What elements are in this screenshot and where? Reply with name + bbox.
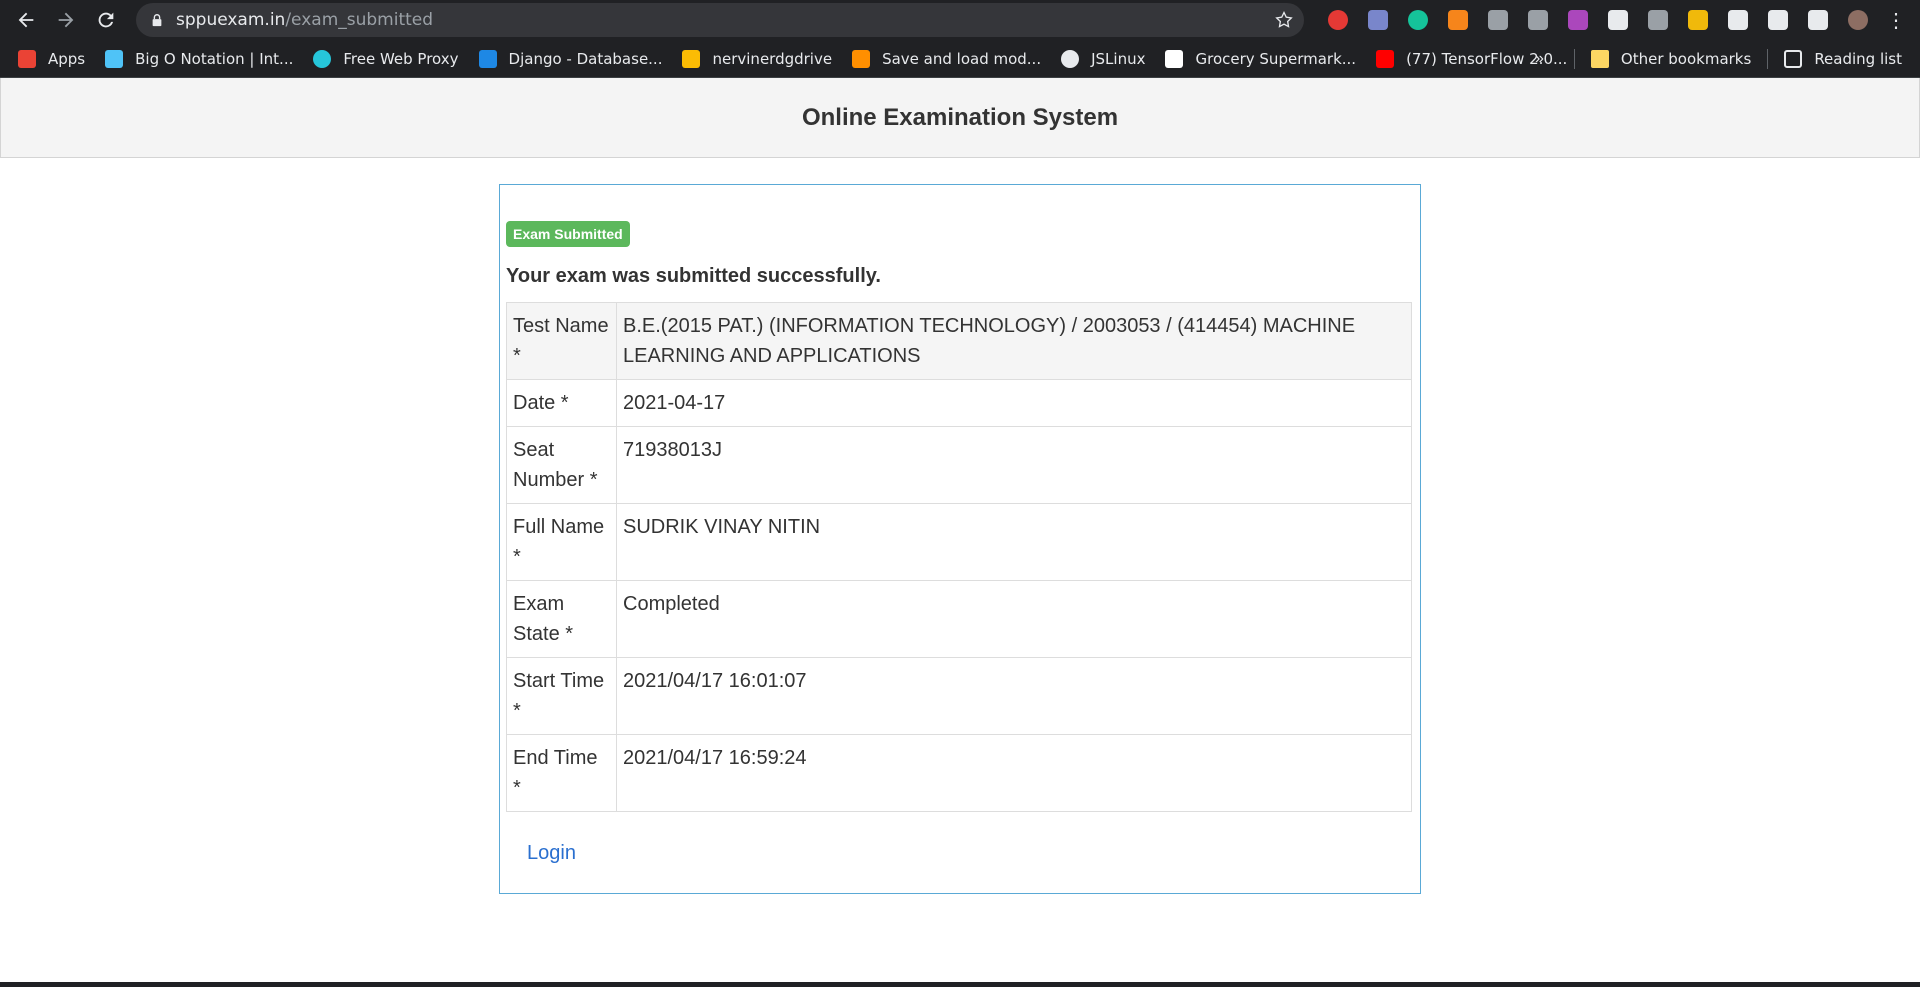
url-domain: sppuexam.in <box>176 10 286 30</box>
bookmark-label: Free Web Proxy <box>343 49 459 68</box>
success-message: Your exam was submitted successfully. <box>506 265 881 287</box>
bookmark-item[interactable]: Apps <box>18 49 86 68</box>
grocery-icon <box>1165 49 1184 68</box>
grammarly-icon[interactable] <box>1398 0 1438 40</box>
table-row: Exam State * Completed <box>506 580 1412 658</box>
field-label: Start Time * <box>506 657 617 735</box>
site-title: Online Examination System <box>801 103 1119 131</box>
table-row: End Time * 2021/04/17 16:59:24 <box>506 734 1412 812</box>
field-value: 2021-04-17 <box>616 379 1412 427</box>
field-label: Date * <box>506 379 617 427</box>
field-value: 2021/04/17 16:59:24 <box>616 734 1412 812</box>
bookmark-label: JSLinux <box>1091 49 1146 68</box>
submission-panel: Exam Submitted Your exam was submitted s… <box>499 184 1421 894</box>
chrome-menu-icon[interactable]: ⋮ <box>1878 0 1914 40</box>
address-bar[interactable]: sppuexam.in/exam_submitted <box>136 3 1304 37</box>
bookmark-label: Save and load mod... <box>882 49 1042 68</box>
field-label: End Time * <box>506 734 617 812</box>
reload-icon <box>98 12 114 28</box>
login-link[interactable]: Login <box>527 842 576 865</box>
lock-icon <box>152 14 162 27</box>
bookmark-item[interactable]: JSLinux <box>1061 49 1146 68</box>
metamask-icon[interactable] <box>1438 0 1478 40</box>
font-icon[interactable] <box>1638 0 1678 40</box>
bookmark-label: Grocery Supermark... <box>1195 49 1357 68</box>
table-row: Start Time * 2021/04/17 16:01:07 <box>506 657 1412 735</box>
table-row: Full Name * SUDRIK VINAY NITIN <box>506 503 1412 581</box>
reading-list-icon <box>1784 50 1803 68</box>
field-label: Seat Number * <box>506 426 617 504</box>
pen-icon[interactable] <box>1358 0 1398 40</box>
arrow-left-icon <box>18 12 34 28</box>
bookmark-star-icon[interactable] <box>1274 10 1294 30</box>
other-bookmarks-button[interactable]: Other bookmarks <box>1590 50 1752 68</box>
w-logo-icon <box>313 49 332 68</box>
bookmark-label: Apps <box>48 49 86 68</box>
profile-avatar-icon[interactable] <box>1838 0 1878 40</box>
folder-icon <box>1590 50 1609 68</box>
adblock-icon[interactable] <box>1318 0 1358 40</box>
status-badge: Exam Submitted <box>506 221 630 247</box>
bookmark-item[interactable]: Grocery Supermark... <box>1165 49 1357 68</box>
bookmark-item[interactable]: Free Web Proxy <box>313 49 459 68</box>
field-value: 71938013J <box>616 426 1412 504</box>
bookmarks-bar: Apps Big O Notation | Int... Free Web Prox… <box>0 40 1920 78</box>
shield-icon[interactable] <box>1518 0 1558 40</box>
google-drive-icon <box>682 49 701 68</box>
field-value: Completed <box>616 580 1412 658</box>
table-row: Test Name * B.E.(2015 PAT.) (INFORMATION … <box>506 302 1412 380</box>
bookmark-separator <box>1767 49 1769 69</box>
arrow-right-icon <box>58 12 74 28</box>
table-row: Seat Number * 71938013J <box>506 426 1412 504</box>
bookmark-item[interactable]: Big O Notation | Int... <box>105 49 294 68</box>
youtube-icon <box>1376 49 1395 68</box>
field-value: 2021/04/17 16:01:07 <box>616 657 1412 735</box>
globe-icon <box>1061 49 1080 68</box>
camera-icon[interactable] <box>1478 0 1518 40</box>
bookmark-item[interactable]: Save and load mod... <box>852 49 1042 68</box>
extensions-bar <box>1318 0 1878 40</box>
bookmark-label: nervinerdgdrive <box>712 49 833 68</box>
browser-toolbar: sppuexam.in/exam_submitted ⋮ <box>0 0 1920 40</box>
field-value: B.E.(2015 PAT.) (INFORMATION TECHNOLOGY)… <box>616 302 1412 380</box>
url-path: /exam_submitted <box>285 10 434 30</box>
back-button[interactable] <box>6 0 46 40</box>
field-label: Exam State * <box>506 580 617 658</box>
table-row: Date * 2021-04-17 <box>506 379 1412 427</box>
apps-grid-icon <box>18 49 36 68</box>
other-bookmarks-label: Other bookmarks <box>1620 50 1752 68</box>
clipboard-icon[interactable] <box>1598 0 1638 40</box>
forward-button[interactable] <box>46 0 86 40</box>
gnome-icon[interactable] <box>1718 0 1758 40</box>
exam-details-table: Test Name * B.E.(2015 PAT.) (INFORMATION … <box>506 302 1412 812</box>
django-icon <box>478 49 497 68</box>
reload-button[interactable] <box>86 0 126 40</box>
reading-list-label: Reading list <box>1814 50 1902 68</box>
bookmarks-overflow-button[interactable]: » <box>1535 50 1544 68</box>
bookmark-item[interactable]: nervinerdgdrive <box>682 49 833 68</box>
book-icon <box>105 49 124 68</box>
bookmark-item[interactable]: Django - Database... <box>478 49 663 68</box>
site-header: Online Examination System <box>0 78 1920 158</box>
bookmark-list: Apps Big O Notation | Int... Free Web Prox… <box>18 49 1587 68</box>
color-wheel-icon[interactable] <box>1558 0 1598 40</box>
puzzle-icon[interactable] <box>1758 0 1798 40</box>
taskbar-edge <box>0 982 1920 987</box>
playlist-icon[interactable] <box>1798 0 1838 40</box>
tensorflow-icon <box>852 49 871 68</box>
reading-list-button[interactable]: Reading list <box>1784 50 1902 68</box>
binance-icon[interactable] <box>1678 0 1718 40</box>
bookmarks-right: » Other bookmarks Reading list <box>1535 40 1902 78</box>
field-value: SUDRIK VINAY NITIN <box>616 503 1412 581</box>
field-label: Test Name * <box>506 302 617 380</box>
bookmark-label: Django - Database... <box>508 49 663 68</box>
bookmark-label: Big O Notation | Int... <box>135 49 294 68</box>
bookmark-separator <box>1573 49 1575 69</box>
field-label: Full Name * <box>506 503 617 581</box>
